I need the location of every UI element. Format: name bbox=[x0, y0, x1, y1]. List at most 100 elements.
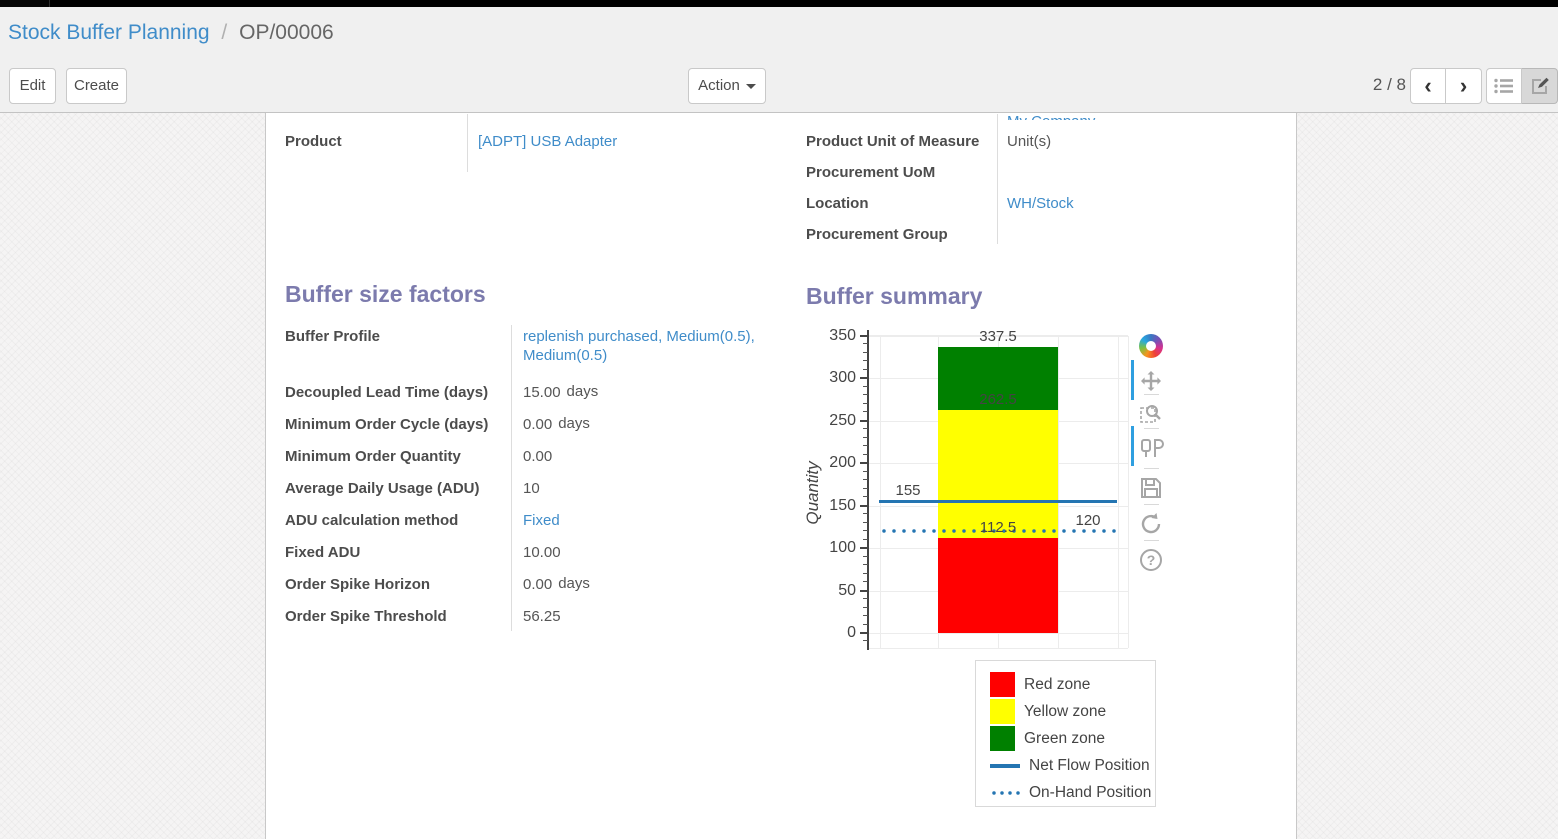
y-tick-minor bbox=[863, 615, 868, 616]
plotly-logo-icon bbox=[1139, 334, 1163, 358]
field-row: Buffer Profilereplenish purchased, Mediu… bbox=[285, 327, 787, 383]
field-value-link[interactable]: [ADPT] USB Adapter bbox=[467, 132, 617, 151]
y-tick-minor bbox=[863, 607, 868, 608]
clipped-field-row: My Company bbox=[1007, 113, 1207, 120]
field-label: Minimum Order Cycle (days) bbox=[285, 415, 511, 434]
form-view-button[interactable] bbox=[1522, 68, 1558, 104]
save-icon bbox=[1139, 476, 1163, 500]
reset-axes-icon bbox=[1139, 512, 1163, 536]
box-zoom-icon-button[interactable] bbox=[1137, 400, 1165, 428]
field-label: Average Daily Usage (ADU) bbox=[285, 479, 511, 498]
legend-item[interactable]: Net Flow Position bbox=[990, 752, 1155, 779]
breadcrumb-parent-link[interactable]: Stock Buffer Planning bbox=[8, 21, 210, 44]
y-tick-minor bbox=[863, 411, 868, 412]
top-navbar bbox=[0, 0, 1558, 7]
field-value-link[interactable]: Fixed bbox=[511, 511, 560, 530]
y-tick-minor bbox=[863, 428, 868, 429]
gridline-v bbox=[880, 336, 881, 648]
reset-axes-icon-button[interactable] bbox=[1137, 510, 1165, 538]
chart-y-axis-label: Quantity bbox=[803, 418, 823, 568]
legend-label: Net Flow Position bbox=[1029, 757, 1150, 775]
pager-previous-button[interactable]: ‹ bbox=[1410, 68, 1446, 104]
legend-label: Green zone bbox=[1024, 730, 1105, 748]
save-icon-button[interactable] bbox=[1137, 474, 1165, 502]
green-zone-swatch bbox=[990, 726, 1015, 751]
breadcrumb-separator: / bbox=[215, 21, 233, 44]
y-tick-major bbox=[860, 377, 868, 379]
legend-item[interactable]: Yellow zone bbox=[990, 698, 1155, 725]
field-value: 10.00 bbox=[511, 543, 561, 562]
field-label: Procurement UoM bbox=[806, 163, 997, 182]
field-group-product: Product[ADPT] USB Adapter bbox=[285, 132, 785, 163]
control-panel: Stock Buffer Planning / OP/00006 Edit Cr… bbox=[0, 7, 1558, 113]
y-tick-minor bbox=[863, 564, 868, 565]
y-tick-minor bbox=[863, 403, 868, 404]
y-tick-minor bbox=[863, 352, 868, 353]
modebar-active-indicator bbox=[1131, 426, 1134, 466]
field-row: Order Spike Threshold56.25 bbox=[285, 607, 787, 639]
modebar-separator bbox=[1144, 504, 1159, 505]
plot-frame-right bbox=[1128, 336, 1129, 648]
y-tick-label: 300 bbox=[822, 370, 856, 386]
y-tick-minor bbox=[863, 640, 868, 641]
breadcrumb: Stock Buffer Planning / OP/00006 bbox=[8, 21, 334, 45]
navbar-segment bbox=[0, 0, 50, 7]
chart-annotation: 155 bbox=[895, 482, 920, 499]
y-tick-minor bbox=[863, 394, 868, 395]
field-row: Fixed ADU10.00 bbox=[285, 543, 787, 575]
y-tick-minor bbox=[863, 522, 868, 523]
chart-modebar: ? bbox=[1131, 328, 1171, 588]
legend-item[interactable]: On-Hand Position bbox=[990, 779, 1155, 806]
field-value: 0.00 bbox=[511, 415, 552, 434]
chart-annotation: 262.5 bbox=[979, 391, 1017, 408]
modebar-separator bbox=[1144, 394, 1159, 395]
plotly-logo-icon-button[interactable] bbox=[1137, 332, 1165, 360]
action-dropdown-button[interactable]: Action bbox=[688, 68, 766, 104]
y-tick-minor bbox=[863, 513, 868, 514]
modebar-separator bbox=[1144, 540, 1159, 541]
field-row: Minimum Order Cycle (days)0.00days bbox=[285, 415, 787, 447]
field-row: Product[ADPT] USB Adapter bbox=[285, 132, 785, 163]
field-value-link[interactable]: WH/Stock bbox=[997, 194, 1074, 213]
chevron-left-icon: ‹ bbox=[1424, 70, 1431, 102]
caret-down-icon bbox=[746, 84, 756, 89]
field-label: Buffer Profile bbox=[285, 327, 511, 346]
y-tick-label: 150 bbox=[822, 498, 856, 514]
y-tick-label: 0 bbox=[822, 625, 856, 641]
field-label: Product bbox=[285, 132, 467, 151]
y-tick-major bbox=[860, 547, 868, 549]
red-zone-bar bbox=[938, 538, 1058, 633]
legend-label: Red zone bbox=[1024, 676, 1090, 694]
red-zone-swatch bbox=[990, 672, 1015, 697]
help-icon-button[interactable]: ? bbox=[1137, 546, 1165, 574]
field-label: Location bbox=[806, 194, 997, 213]
list-view-button[interactable] bbox=[1486, 68, 1522, 104]
buffer-summary-chart: Quantity 050100150200250300350337.5262.5… bbox=[800, 328, 1172, 660]
gridline-v bbox=[1058, 336, 1059, 648]
hover-compare-icon-button[interactable] bbox=[1137, 434, 1165, 462]
form-sheet: My Company Product[ADPT] USB Adapter Pro… bbox=[265, 113, 1297, 839]
form-view-background: My Company Product[ADPT] USB Adapter Pro… bbox=[0, 113, 1558, 839]
pager-next-button[interactable]: › bbox=[1446, 68, 1482, 104]
field-group-logistics: Product Unit of MeasureUnit(s)Procuremen… bbox=[806, 132, 1296, 256]
warehouse-link[interactable]: My Company bbox=[1007, 113, 1095, 120]
help-icon: ? bbox=[1140, 549, 1162, 571]
field-row: Average Daily Usage (ADU)10 bbox=[285, 479, 787, 511]
pan-icon-button[interactable] bbox=[1137, 368, 1165, 396]
legend-item[interactable]: Red zone bbox=[990, 671, 1155, 698]
y-tick-minor bbox=[863, 454, 868, 455]
field-row: Order Spike Horizon0.00days bbox=[285, 575, 787, 607]
y-tick-minor bbox=[863, 386, 868, 387]
yellow-zone-swatch bbox=[990, 699, 1015, 724]
chevron-right-icon: › bbox=[1460, 70, 1467, 102]
hover-compare-icon bbox=[1138, 436, 1164, 460]
edit-button[interactable]: Edit bbox=[9, 68, 56, 104]
field-label: Minimum Order Quantity bbox=[285, 447, 511, 466]
field-row: ADU calculation methodFixed bbox=[285, 511, 787, 543]
y-tick-major bbox=[860, 335, 868, 337]
chart-annotation: 112.5 bbox=[980, 519, 1016, 536]
legend-item[interactable]: Green zone bbox=[990, 725, 1155, 752]
modebar-active-indicator bbox=[1131, 360, 1134, 400]
create-button[interactable]: Create bbox=[66, 68, 127, 104]
field-value-link[interactable]: replenish purchased, Medium(0.5), Medium… bbox=[511, 327, 776, 365]
